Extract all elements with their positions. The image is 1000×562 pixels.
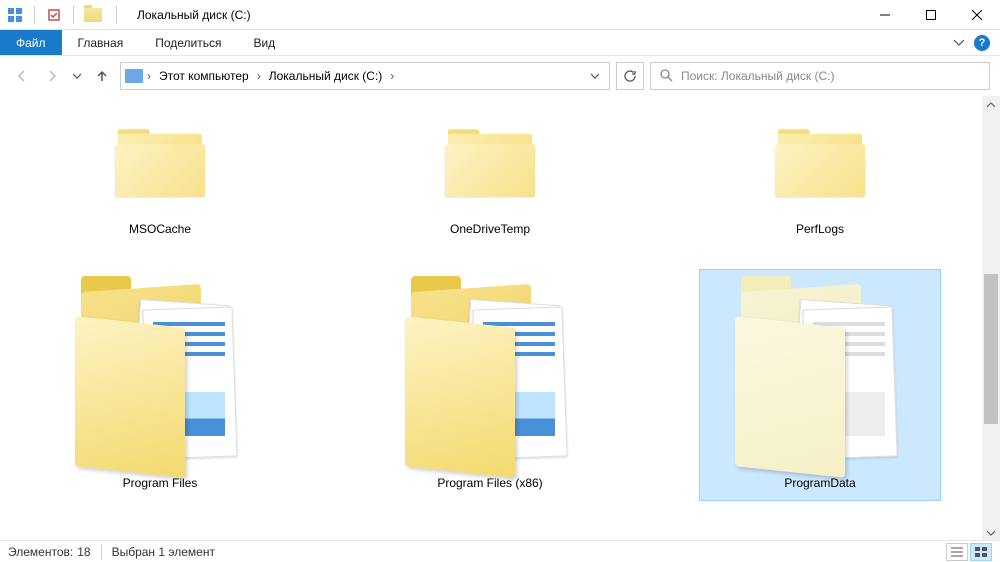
- help-icon[interactable]: ?: [974, 35, 990, 51]
- folder-label: OneDriveTemp: [450, 218, 530, 238]
- address-bar[interactable]: › Этот компьютер › Локальный диск (C:) ›: [120, 62, 610, 90]
- title-bar: Локальный диск (C:): [0, 0, 1000, 30]
- maximize-button[interactable]: [908, 0, 954, 30]
- folder-icon: [111, 122, 209, 205]
- folder-label: PerfLogs: [796, 218, 844, 238]
- vertical-scrollbar[interactable]: [982, 96, 1000, 542]
- folder-item[interactable]: Program Files (x86): [370, 270, 610, 500]
- separator: [34, 6, 35, 24]
- folder-item[interactable]: OneDriveTemp: [370, 106, 610, 240]
- chevron-right-icon[interactable]: ›: [147, 69, 151, 83]
- folder-item[interactable]: MSOCache: [40, 106, 280, 240]
- drive-icon: [125, 69, 143, 83]
- quick-access-toolbar: Локальный диск (C:): [0, 6, 257, 24]
- folder-with-docs-icon: [60, 272, 260, 472]
- tab-home[interactable]: Главная: [62, 30, 140, 55]
- icons-view-button[interactable]: [970, 543, 992, 561]
- address-dropdown-icon[interactable]: [585, 69, 605, 83]
- search-input[interactable]: [681, 69, 981, 83]
- tab-file[interactable]: Файл: [0, 30, 62, 55]
- view-mode-buttons: [946, 543, 992, 561]
- folder-item[interactable]: Program Files: [40, 270, 280, 500]
- folder-label: MSOCache: [129, 218, 191, 238]
- folder-item[interactable]: PerfLogs: [700, 106, 940, 240]
- window-title: Локальный диск (C:): [131, 8, 251, 22]
- search-icon: [659, 68, 673, 85]
- window-controls: [862, 0, 1000, 30]
- folder-with-docs-icon: [720, 272, 920, 472]
- tab-share[interactable]: Поделиться: [139, 30, 237, 55]
- folder-icon: [441, 122, 539, 205]
- separator: [101, 545, 102, 559]
- up-button[interactable]: [90, 64, 114, 88]
- recent-dropdown-icon[interactable]: [70, 64, 84, 88]
- content-area: MSOCache OneDriveTemp PerfLogs: [0, 96, 1000, 542]
- ribbon-collapse-icon[interactable]: [954, 36, 964, 50]
- minimize-button[interactable]: [862, 0, 908, 30]
- scroll-up-icon[interactable]: [982, 96, 1000, 114]
- chevron-right-icon[interactable]: ›: [257, 69, 261, 83]
- selection-status: Выбран 1 элемент: [112, 545, 215, 559]
- folder-icon: [771, 122, 869, 205]
- folder-item[interactable]: ProgramData: [700, 270, 940, 500]
- refresh-button[interactable]: [616, 62, 644, 90]
- details-view-button[interactable]: [946, 543, 968, 561]
- separator: [116, 6, 117, 24]
- navigation-bar: › Этот компьютер › Локальный диск (C:) ›: [0, 56, 1000, 96]
- chevron-right-icon[interactable]: ›: [390, 69, 394, 83]
- properties-icon[interactable]: [45, 6, 63, 24]
- status-bar: Элементов: 18 Выбран 1 элемент: [0, 540, 1000, 562]
- separator: [73, 6, 74, 24]
- app-icon[interactable]: [6, 6, 24, 24]
- search-box[interactable]: [650, 62, 990, 90]
- forward-button[interactable]: [40, 64, 64, 88]
- folder-with-docs-icon: [390, 272, 590, 472]
- folder-view[interactable]: MSOCache OneDriveTemp PerfLogs: [0, 96, 982, 542]
- close-button[interactable]: [954, 0, 1000, 30]
- back-button[interactable]: [10, 64, 34, 88]
- tab-view[interactable]: Вид: [237, 30, 291, 55]
- scroll-thumb[interactable]: [984, 274, 998, 424]
- breadcrumb-current[interactable]: Локальный диск (C:): [263, 67, 389, 85]
- breadcrumb-root[interactable]: Этот компьютер: [153, 67, 255, 85]
- item-count: 18: [77, 545, 90, 559]
- ribbon: Файл Главная Поделиться Вид ?: [0, 30, 1000, 56]
- item-count-label: Элементов:: [8, 545, 73, 559]
- folder-icon: [84, 8, 102, 22]
